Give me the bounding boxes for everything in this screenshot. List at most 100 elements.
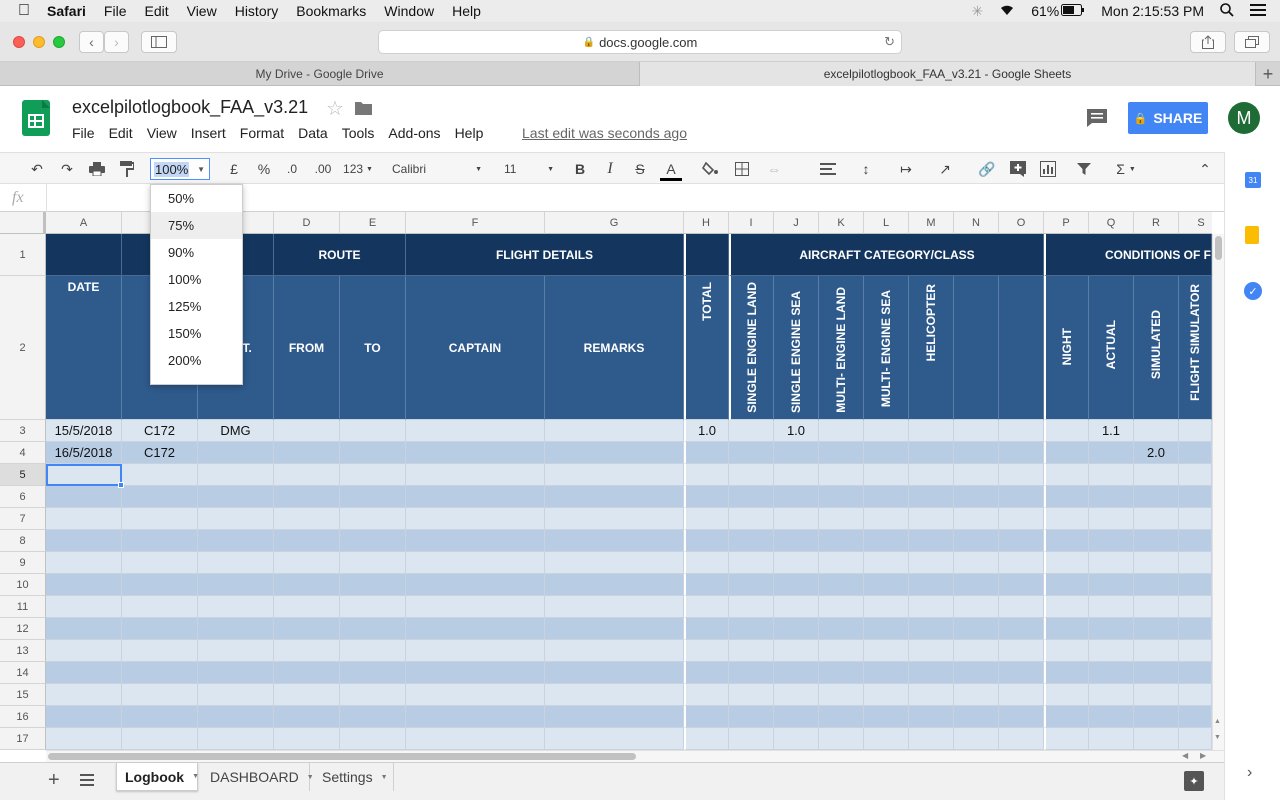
grid-cell[interactable] [274,574,340,596]
column-header[interactable]: K [819,212,864,234]
italic-button[interactable]: I [600,159,620,179]
row-header[interactable]: 12 [0,618,46,640]
grid-cell[interactable] [46,728,122,750]
grid-cell[interactable] [406,662,545,684]
grid-cell[interactable] [1089,530,1134,552]
grid-cell[interactable] [1089,552,1134,574]
grid-cell[interactable] [909,706,954,728]
grid-cell[interactable] [274,420,340,442]
percent-button[interactable]: % [254,159,274,179]
horizontal-scrollbar[interactable]: ◀ ▶ [46,750,1224,762]
grid-cell[interactable] [1044,552,1089,574]
vertical-scroll-thumb[interactable] [1215,236,1222,260]
address-bar[interactable]: 🔒 docs.google.com ↻ [378,30,902,54]
header-from[interactable]: FROM [274,276,340,420]
grid-cell[interactable] [774,508,819,530]
menu-help[interactable]: Help [443,3,490,19]
sheet-tab-dashboard[interactable]: DASHBOARD ▼ [202,763,314,791]
vertical-scrollbar[interactable]: ▲ ▼ [1212,234,1224,750]
column-header[interactable]: G [545,212,684,234]
grid-cell[interactable] [1134,684,1179,706]
grid-cell[interactable] [819,706,864,728]
grid-cell[interactable] [198,618,274,640]
grid-cell[interactable] [1179,530,1212,552]
collapse-toolbar-icon[interactable]: ⌃ [1194,159,1216,179]
grid-cell[interactable] [340,618,406,640]
zoom-option[interactable]: 200% [151,347,242,374]
grid-cell[interactable] [864,706,909,728]
header-conditions[interactable]: CONDITIONS OF F [1044,234,1212,276]
grid-cell[interactable] [545,464,684,486]
grid-cell[interactable] [198,596,274,618]
zoom-option[interactable]: 150% [151,320,242,347]
grid-cell[interactable] [122,684,198,706]
grid-cell[interactable] [340,684,406,706]
header-date[interactable]: DATE [46,276,122,420]
grid-cell[interactable] [954,706,999,728]
grid-cell[interactable] [1044,640,1089,662]
clock[interactable]: Mon 2:15:53 PM [1101,3,1204,19]
grid-cell[interactable] [729,464,774,486]
header-single-engine-sea[interactable]: SINGLE ENGINE SEA [774,276,819,420]
grid-cell[interactable] [729,552,774,574]
sheets-menu-file[interactable]: File [72,125,95,141]
grid-cell[interactable] [999,640,1044,662]
grid-cell[interactable] [545,684,684,706]
filter-icon[interactable] [1068,159,1100,179]
grid-cell[interactable] [909,464,954,486]
scroll-down-arrow[interactable]: ▼ [1214,734,1221,741]
merge-cells-icon[interactable]: ⇔ [762,159,786,179]
row-header[interactable]: 11 [0,596,46,618]
grid-cell[interactable] [819,618,864,640]
zoom-option[interactable]: 75% [151,212,242,239]
print-icon[interactable] [86,159,108,179]
expand-panel-icon[interactable]: › [1247,764,1252,782]
grid-cell[interactable] [684,640,729,662]
grid-cell[interactable] [999,508,1044,530]
column-header[interactable]: F [406,212,545,234]
grid-cell[interactable] [819,574,864,596]
close-window-icon[interactable] [13,36,25,48]
grid-cell[interactable] [198,508,274,530]
grid-cell[interactable] [274,552,340,574]
sheet-tab-settings[interactable]: Settings ▼ [314,763,394,791]
grid-cell[interactable] [999,442,1044,464]
grid-cell[interactable] [1089,662,1134,684]
grid-cell[interactable] [999,596,1044,618]
grid-cell[interactable] [340,706,406,728]
grid-cell[interactable]: 16/5/2018 [46,442,122,464]
grid-cell[interactable] [545,508,684,530]
apple-icon[interactable]:  [0,2,38,20]
avatar[interactable]: M [1228,102,1260,134]
grid-cell[interactable] [1044,596,1089,618]
tab-google-sheets[interactable]: excelpilotlogbook_FAA_v3.21 - Google She… [640,62,1256,86]
show-tabs-button[interactable] [1234,31,1270,53]
font-size-select[interactable]: 11 ▼ [504,159,554,179]
row-header[interactable]: 15 [0,684,46,706]
grid-cell[interactable] [954,596,999,618]
grid-cell[interactable] [340,464,406,486]
grid-cell[interactable] [819,464,864,486]
grid-cell[interactable] [774,596,819,618]
grid-cell[interactable] [864,420,909,442]
grid-cell[interactable] [864,442,909,464]
grid-cell[interactable] [999,728,1044,750]
grid-cell[interactable] [274,640,340,662]
grid-cell[interactable] [122,640,198,662]
column-header[interactable]: L [864,212,909,234]
grid-cell[interactable] [406,618,545,640]
column-header[interactable]: J [774,212,819,234]
grid-cell[interactable] [1089,574,1134,596]
grid-cell[interactable] [954,508,999,530]
grid-cell[interactable] [729,486,774,508]
grid-cell[interactable] [1044,618,1089,640]
grid-cell[interactable] [545,486,684,508]
header-single-engine-land[interactable]: SINGLE ENGINE LAND [729,276,774,420]
text-wrapping-icon[interactable]: ↦ [890,159,922,179]
grid-cell[interactable] [198,640,274,662]
grid-cell[interactable] [122,618,198,640]
grid-cell[interactable] [122,552,198,574]
grid-cell[interactable] [198,486,274,508]
grid-cell[interactable] [545,662,684,684]
grid-cell[interactable] [198,530,274,552]
